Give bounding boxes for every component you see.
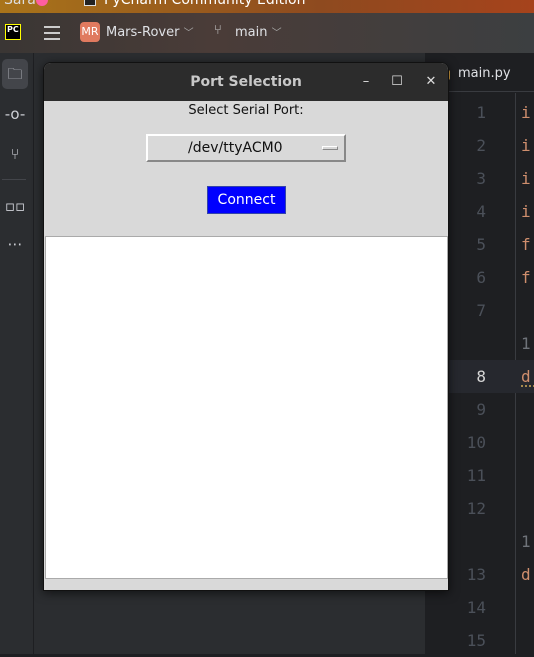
line-number: 8 [476,367,486,386]
project-badge[interactable]: MR [80,22,100,42]
line-number: 5 [476,235,486,254]
code-text: i [521,103,531,122]
line-number: 2 [476,136,486,155]
window-titlebar[interactable]: Port Selection – ☐ ✕ [44,63,448,101]
line-number: 11 [466,466,486,485]
line-number: 14 [466,598,486,617]
line-number: 1 [476,103,486,122]
user-name: Sara [4,0,36,8]
project-selector[interactable]: Mars-Rover ﹀ [106,24,194,40]
heart-icon [36,0,48,6]
main-menu-icon[interactable] [44,26,60,40]
line-number: 9 [476,400,486,419]
select-port-label: Select Serial Port: [188,103,304,118]
selected-port: /dev/ttyACM0 [188,140,283,156]
maximize-button[interactable]: ☐ [387,63,407,101]
line-number: 13 [466,565,486,584]
pycharm-logo: PC [5,24,21,40]
minimize-button[interactable]: – [356,63,376,101]
usage-hint: 1 [521,334,531,353]
branch-name: main [235,25,268,40]
terminal-icon [84,0,96,6]
line-number: 4 [476,202,486,221]
tab-label: main.py [458,66,511,81]
code-line[interactable]: 14 [425,591,534,624]
code-text: d [521,367,531,386]
warning-underline [521,385,534,387]
system-top-bar: Sara PyCharm Community Edition [0,0,534,13]
code-text: i [521,136,531,155]
line-number: 15 [466,631,486,650]
ide-header: PC MR Mars-Rover ﹀ ⑂ main ﹀ [0,13,534,53]
code-text: f [521,235,531,254]
usage-hint: 1 [521,532,531,551]
code-text: f [521,268,531,287]
pull-request-icon[interactable]: ⑂ [2,139,28,169]
chevron-down-icon: ﹀ [183,28,194,39]
serial-port-dropdown[interactable]: /dev/ttyACM0 [146,134,346,162]
sidebar-divider [2,179,26,180]
project-name: Mars-Rover [106,25,180,40]
branch-icon: ⑂ [214,23,222,38]
commit-icon[interactable]: -o- [2,99,28,129]
structure-icon[interactable]: ▫▫ [2,191,28,221]
line-number: 6 [476,268,486,287]
tool-sidebar: 🗀 -o- ⑂ ▫▫ ⋯ [0,53,34,654]
line-number: 12 [466,499,486,518]
chevron-down-icon: ﹀ [271,28,282,39]
window-title: Port Selection [190,74,302,90]
code-text: i [521,169,531,188]
dropdown-indicator-icon [322,146,338,150]
line-number: 7 [476,301,486,320]
line-number: 3 [476,169,486,188]
folder-icon[interactable]: 🗀 [2,59,28,89]
port-selection-window: Port Selection – ☐ ✕ Select Serial Port:… [43,62,449,591]
output-text-area[interactable] [45,236,448,579]
code-text: i [521,202,531,221]
code-line[interactable]: 15 [425,624,534,657]
close-button[interactable]: ✕ [421,63,441,101]
branch-selector[interactable]: main ﹀ [235,24,282,40]
code-text: d [521,565,531,584]
line-number: 10 [466,433,486,452]
more-icon[interactable]: ⋯ [2,229,28,259]
app-title: PyCharm Community Edition [104,0,306,8]
connect-button[interactable]: Connect [207,186,286,214]
